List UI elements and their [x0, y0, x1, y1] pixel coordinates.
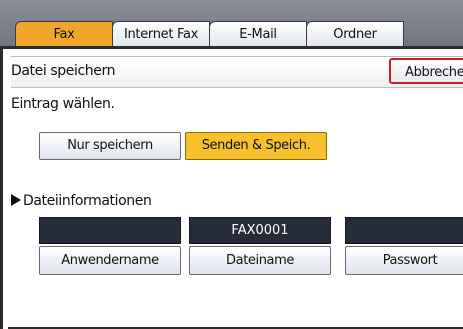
password-value — [345, 217, 463, 244]
tab-fax[interactable]: Fax — [15, 21, 113, 49]
header-bar: Datei speichern Abbrechen — [11, 56, 463, 88]
fax-screen: Fax Internet Fax E-Mail Ordner Datei spe… — [0, 0, 463, 329]
tab-label: Fax — [53, 27, 75, 42]
file-name-button[interactable]: Dateiname — [189, 246, 331, 275]
send-and-store-button[interactable]: Senden & Speich. — [185, 132, 327, 160]
password-button[interactable]: Passwort — [345, 246, 463, 275]
file-info-title: Dateiinformationen — [23, 193, 152, 209]
tab-label: Internet Fax — [123, 27, 199, 42]
tab-label: E-Mail — [239, 27, 277, 42]
tab-internet-fax[interactable]: Internet Fax — [112, 21, 210, 49]
tab-email[interactable]: E-Mail — [209, 21, 307, 49]
user-name-value — [39, 217, 181, 244]
instruction-text: Eintrag wählen. — [11, 96, 115, 112]
tab-bar-divider — [0, 46, 463, 49]
file-name-value: FAX0001 — [189, 217, 331, 244]
tab-ordner[interactable]: Ordner — [306, 21, 404, 49]
store-only-button[interactable]: Nur speichern — [39, 132, 181, 160]
user-name-button[interactable]: Anwendername — [39, 246, 181, 275]
cancel-button[interactable]: Abbrechen — [389, 58, 463, 84]
page-title: Datei speichern — [11, 63, 116, 79]
left-frame-border — [0, 49, 11, 329]
file-info-heading: Dateiinformationen — [11, 193, 152, 209]
tab-label: Ordner — [333, 27, 377, 42]
triangle-right-icon — [11, 194, 21, 206]
